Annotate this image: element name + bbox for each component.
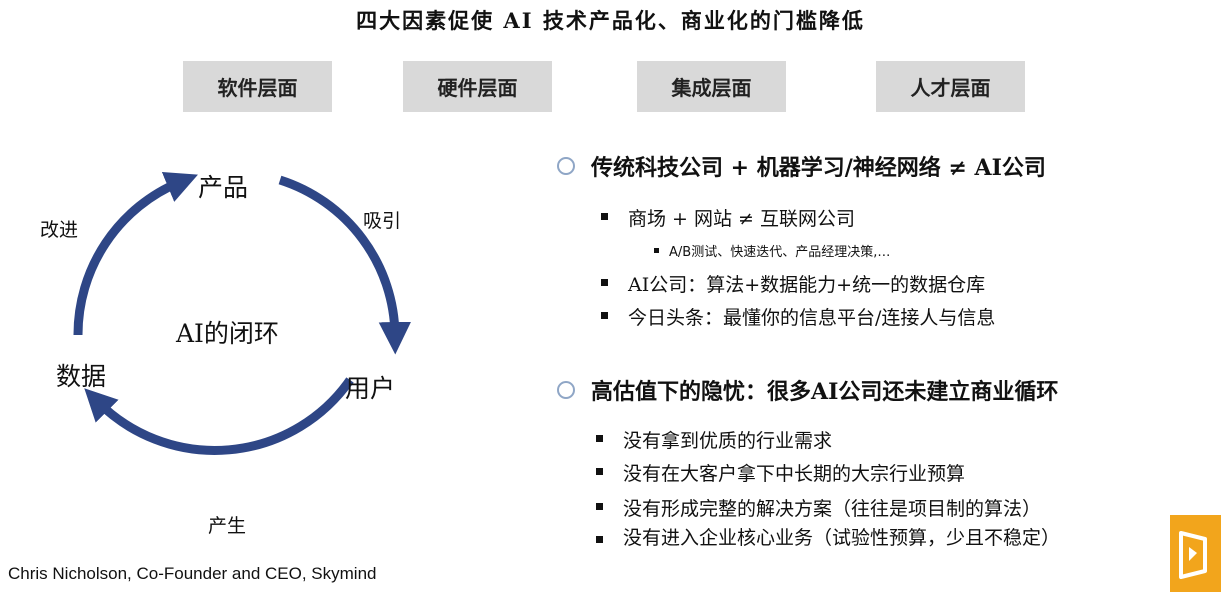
node-user: 用户 xyxy=(345,374,396,403)
logo-badge-icon xyxy=(1170,515,1221,592)
list-item: 没有在大客户拿下中长期的大宗行业预算 xyxy=(596,459,965,486)
circle-bullet-icon xyxy=(557,157,575,175)
square-bullet-icon xyxy=(601,213,608,220)
section-heading-text: 高估值下的隐忧：很多AI公司还未建立商业循环 xyxy=(591,379,1059,405)
credit-text: Chris Nicholson, Co-Founder and CEO, Sky… xyxy=(8,564,377,583)
list-item-text: AI公司：算法+数据能力+统一的数据仓库 xyxy=(628,274,986,296)
square-bullet-icon xyxy=(601,312,608,319)
square-bullet-icon xyxy=(654,248,659,253)
list-item: 今日头条：最懂你的信息平台/连接人与信息 xyxy=(601,303,995,330)
list-item-text: 商场 + 网站 ≠ 互联网公司 xyxy=(628,208,855,230)
section-heading-text: 传统科技公司 + 机器学习/神经网络 ≠ AI公司 xyxy=(591,155,1046,181)
cycle-center-label: AI的闭环 xyxy=(176,319,279,348)
arrow-data-to-product xyxy=(73,171,198,336)
square-bullet-icon xyxy=(596,536,603,543)
list-item: 没有进入企业核心业务（试验性预算，少且不稳定） xyxy=(596,527,1168,553)
layer-integration: 集成层面 xyxy=(637,61,786,112)
list-item: AI公司：算法+数据能力+统一的数据仓库 xyxy=(601,270,985,297)
arrow-product-to-user xyxy=(278,175,412,355)
section-heading-2: 高估值下的隐忧：很多AI公司还未建立商业循环 xyxy=(557,374,1058,406)
layer-talent: 人才层面 xyxy=(876,61,1025,112)
layer-software: 软件层面 xyxy=(183,61,332,112)
square-bullet-icon xyxy=(596,503,603,510)
arrow-user-to-data xyxy=(84,377,354,455)
list-item-text: 没有拿到优质的行业需求 xyxy=(623,430,833,452)
sub-list-item: A/B测试、快速迭代、产品经理决策,… xyxy=(654,241,890,260)
list-item: 没有拿到优质的行业需求 xyxy=(596,426,832,453)
edge-improve: 改进 xyxy=(40,219,79,241)
list-item-text: 没有形成完整的解决方案（往往是项目制的算法） xyxy=(623,498,1042,520)
sub-list-item-text: A/B测试、快速迭代、产品经理决策,… xyxy=(669,245,891,260)
list-item-text: 今日头条：最懂你的信息平台/连接人与信息 xyxy=(628,307,996,329)
section-heading-1: 传统科技公司 + 机器学习/神经网络 ≠ AI公司 xyxy=(557,150,1046,182)
list-item-text: 没有在大客户拿下中长期的大宗行业预算 xyxy=(623,463,966,485)
page-title: 四大因素促使 AI 技术产品化、商业化的门槛降低 xyxy=(356,8,865,33)
edge-produce: 产生 xyxy=(208,515,247,537)
list-item-text: 没有进入企业核心业务（试验性预算，少且不稳定） xyxy=(623,527,1061,549)
circle-bullet-icon xyxy=(557,381,575,399)
list-item: 没有形成完整的解决方案（往往是项目制的算法） xyxy=(596,494,1041,521)
square-bullet-icon xyxy=(596,468,603,475)
node-data: 数据 xyxy=(56,362,107,391)
layer-hardware: 硬件层面 xyxy=(403,61,552,112)
square-bullet-icon xyxy=(596,435,603,442)
edge-attract: 吸引 xyxy=(363,210,402,232)
square-bullet-icon xyxy=(601,279,608,286)
list-item: 商场 + 网站 ≠ 互联网公司 xyxy=(601,204,855,231)
node-product: 产品 xyxy=(198,173,249,202)
